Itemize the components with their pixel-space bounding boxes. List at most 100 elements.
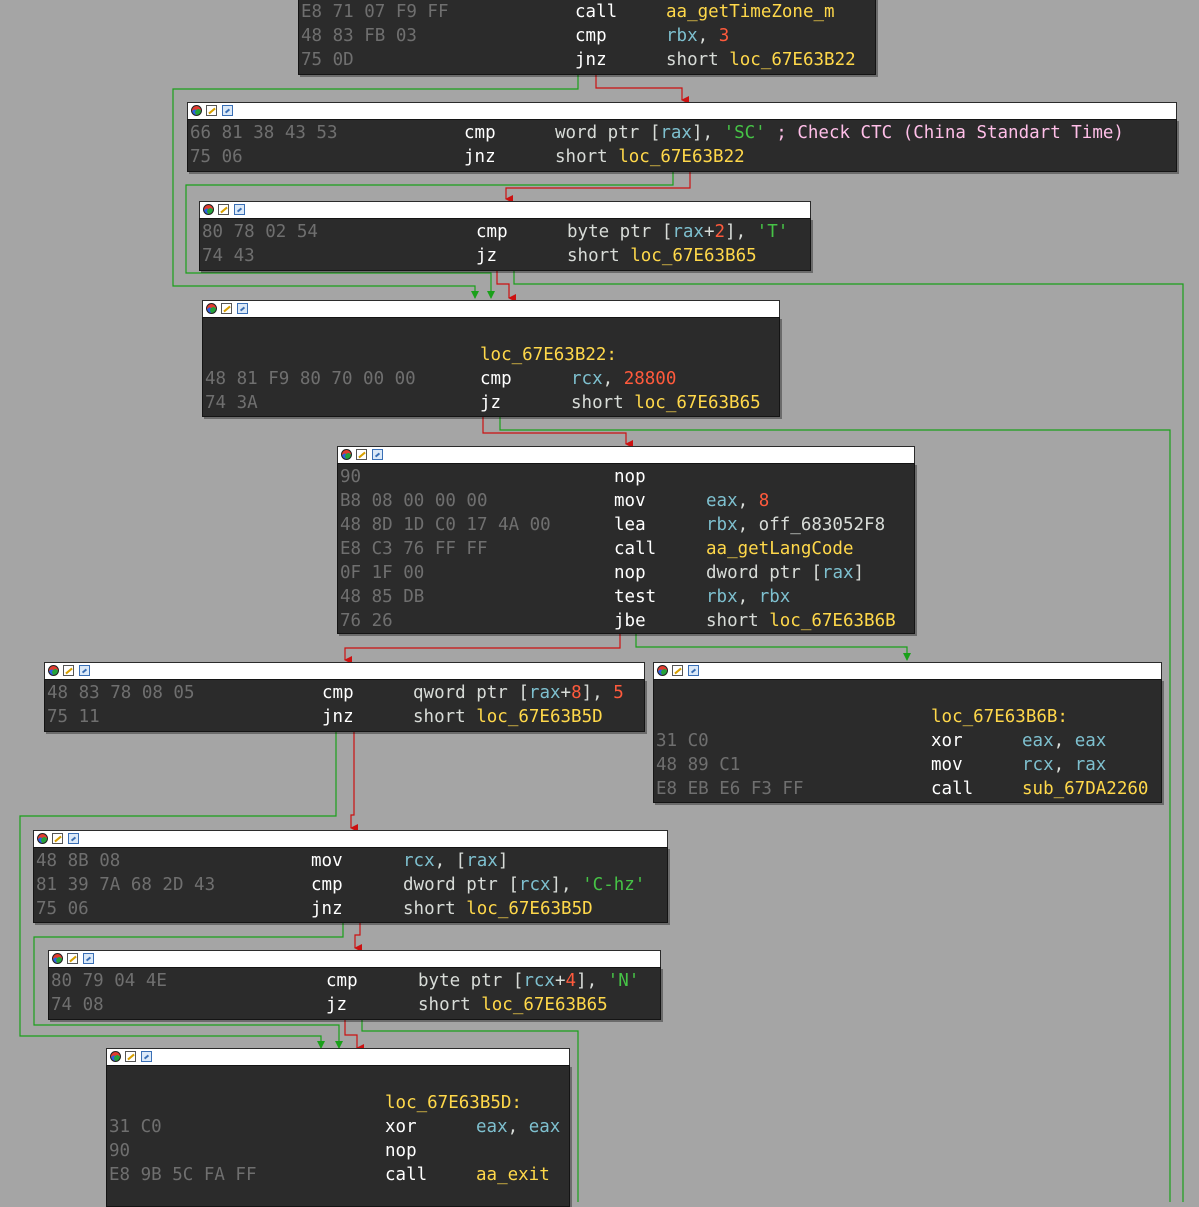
mnemonic: jnz: [322, 707, 354, 727]
graph-node-icon[interactable]: [37, 833, 48, 844]
operand-token: ,: [697, 26, 719, 46]
operand-token[interactable]: sub_67DA2260: [1022, 779, 1148, 799]
instruction-row[interactable]: 74 08 jz short loc_67E63B65: [49, 993, 660, 1017]
opcode-bytes: 75 11: [47, 707, 100, 727]
xref-icon[interactable]: [68, 833, 79, 844]
code-block-n8[interactable]: 80 79 04 4E cmp byte ptr [rcx+4], 'N' 74 08…: [48, 950, 661, 1020]
instruction-row[interactable]: 75 06 jnz short loc_67E63B22: [188, 145, 1176, 169]
code-block-n6[interactable]: loc_67E63B6B: 31 C0 xor eax, eax 48 89 C1 mov…: [653, 662, 1162, 803]
operand-token[interactable]: loc_67E63B65: [630, 246, 756, 266]
instruction-row[interactable]: 90 nop: [338, 465, 914, 489]
instruction-row[interactable]: 81 39 7A 68 2D 43 cmp dword ptr [rcx], 'C-…: [34, 873, 667, 897]
xref-icon[interactable]: [237, 303, 248, 314]
operand-token[interactable]: loc_67E63B65: [481, 995, 607, 1015]
operands: rcx, [rax]: [403, 849, 508, 873]
instruction-row[interactable]: 74 3A jz short loc_67E63B65: [203, 391, 779, 415]
instruction-row[interactable]: 48 83 78 08 05 cmp qword ptr [rax+8], 5: [45, 681, 644, 705]
graph-node-icon[interactable]: [191, 105, 202, 116]
instruction-row[interactable]: 31 C0 xor eax, eax: [107, 1115, 569, 1139]
graph-node-icon[interactable]: [657, 665, 668, 676]
instruction-row[interactable]: 48 85 DB test rbx, rbx: [338, 585, 914, 609]
operands: short loc_67E63B65: [418, 993, 608, 1017]
operand-token[interactable]: aa_exit: [476, 1165, 550, 1185]
instruction-row[interactable]: 31 C0 xor eax, eax: [654, 729, 1161, 753]
instruction-row[interactable]: 76 26 jbe short loc_67E63B6B: [338, 609, 914, 633]
edit-icon[interactable]: [221, 303, 232, 314]
instruction-row[interactable]: 75 06 jnz short loc_67E63B5D: [34, 897, 667, 921]
graph-node-icon[interactable]: [52, 953, 63, 964]
code-block-n2[interactable]: 80 78 02 54 cmp byte ptr [rax+2], 'T' 74 43…: [199, 201, 811, 271]
operand-token[interactable]: loc_67E63B6B: [769, 611, 895, 631]
opcode-bytes: 0F 1F 00: [340, 563, 425, 583]
code-block-n1[interactable]: 66 81 38 43 53 cmp word ptr [rax], 'SC' ; …: [187, 102, 1177, 172]
edit-icon[interactable]: [125, 1051, 136, 1062]
code-block-n3[interactable]: loc_67E63B22: 48 81 F9 80 70 00 00 cmp rcx,…: [202, 300, 780, 417]
xref-icon[interactable]: [79, 665, 90, 676]
instruction-row[interactable]: 80 79 04 4E cmp byte ptr [rcx+4], 'N': [49, 969, 660, 993]
edit-icon[interactable]: [206, 105, 217, 116]
graph-node-icon[interactable]: [48, 665, 59, 676]
opcode-bytes: 48 81 F9 80 70 00 00: [205, 369, 416, 389]
operand-token: eax: [706, 491, 738, 511]
instruction-row[interactable]: 48 8B 08 mov rcx, [rax]: [34, 849, 667, 873]
xref-icon[interactable]: [141, 1051, 152, 1062]
instruction-row[interactable]: 48 83 FB 03 cmp rbx, 3: [299, 24, 875, 48]
mnemonic: call: [614, 539, 657, 559]
edit-icon[interactable]: [356, 449, 367, 460]
operands: rbx, off_683052F8: [706, 513, 885, 537]
instruction-row[interactable]: 75 11 jnz short loc_67E63B5D: [45, 705, 644, 729]
instruction-row[interactable]: E8 EB E6 F3 FF call sub_67DA2260: [654, 777, 1161, 801]
instruction-row[interactable]: 75 0D jnz short loc_67E63B22: [299, 48, 875, 72]
operand-token[interactable]: loc_67E63B22: [729, 50, 855, 70]
operand-token[interactable]: aa_getTimeZone_m: [666, 2, 835, 22]
operand-token[interactable]: loc_67E63B5D: [476, 707, 602, 727]
instruction-row[interactable]: E8 71 07 F9 FF call aa_getTimeZone_m: [299, 0, 875, 24]
graph-node-icon[interactable]: [206, 303, 217, 314]
operand-token: short: [706, 611, 770, 631]
operand-token[interactable]: loc_67E63B5D: [466, 899, 592, 919]
operand-token[interactable]: loc_67E63B22: [618, 147, 744, 167]
instruction-row[interactable]: 80 78 02 54 cmp byte ptr [rax+2], 'T': [200, 220, 810, 244]
operand-token[interactable]: loc_67E63B65: [634, 393, 760, 413]
code-block-n9[interactable]: loc_67E63B5D: 31 C0 xor eax, eax 90 nop E8 9B …: [106, 1048, 570, 1207]
edit-icon[interactable]: [67, 953, 78, 964]
operand-token: , [: [434, 851, 467, 871]
code-block-n4[interactable]: 90 nop B8 08 00 00 00 mov eax, 8 48 8D 1D C0 …: [337, 446, 915, 634]
code-block-n0[interactable]: E8 71 07 F9 FF call aa_getTimeZone_m 48 83 …: [298, 0, 876, 75]
instruction-row[interactable]: 48 89 C1 mov rcx, rax: [654, 753, 1161, 777]
operand-token: ; Check CTC (China Standart Time): [765, 123, 1124, 143]
instruction-row[interactable]: 90 nop: [107, 1139, 569, 1163]
instruction-row[interactable]: 48 8D 1D C0 17 4A 00 lea rbx, off_683052F8: [338, 513, 914, 537]
instruction-row[interactable]: B8 08 00 00 00 mov eax, 8: [338, 489, 914, 513]
xref-icon[interactable]: [222, 105, 233, 116]
instruction-row[interactable]: 66 81 38 43 53 cmp word ptr [rax], 'SC' ; …: [188, 121, 1176, 145]
operand-token: +: [703, 222, 715, 242]
operands: short loc_67E63B22: [555, 145, 745, 169]
instruction-row[interactable]: 0F 1F 00 nop dword ptr [rax]: [338, 561, 914, 585]
code-block-n7[interactable]: 48 8B 08 mov rcx, [rax] 81 39 7A 68 2D 43 cm…: [33, 830, 668, 923]
instruction-row[interactable]: 74 43 jz short loc_67E63B65: [200, 244, 810, 268]
xref-icon[interactable]: [688, 665, 699, 676]
operand-token: short: [403, 899, 467, 919]
graph-node-icon[interactable]: [341, 449, 352, 460]
location-label[interactable]: loc_67E63B6B:: [931, 705, 1068, 729]
graph-node-icon[interactable]: [203, 204, 214, 215]
xref-icon[interactable]: [83, 953, 94, 964]
edit-icon[interactable]: [52, 833, 63, 844]
location-label[interactable]: loc_67E63B5D:: [385, 1091, 522, 1115]
location-label[interactable]: loc_67E63B22:: [480, 343, 617, 367]
instruction-row[interactable]: 48 81 F9 80 70 00 00 cmp rcx, 28800: [203, 367, 779, 391]
edit-icon[interactable]: [672, 665, 683, 676]
xref-icon[interactable]: [234, 204, 245, 215]
mnemonic: cmp: [311, 875, 343, 895]
graph-node-icon[interactable]: [110, 1051, 121, 1062]
operand-token[interactable]: aa_getLangCode: [706, 539, 854, 559]
instruction-row[interactable]: E8 C3 76 FF FF call aa_getLangCode: [338, 537, 914, 561]
edit-icon[interactable]: [63, 665, 74, 676]
edit-icon[interactable]: [218, 204, 229, 215]
instruction-row[interactable]: E8 9B 5C FA FF call aa_exit: [107, 1163, 569, 1187]
node-titlebar: [187, 102, 1177, 119]
code-block-n5[interactable]: 48 83 78 08 05 cmp qword ptr [rax+8], 5 75 …: [44, 662, 645, 732]
operand-token: eax: [528, 1117, 561, 1137]
xref-icon[interactable]: [372, 449, 383, 460]
